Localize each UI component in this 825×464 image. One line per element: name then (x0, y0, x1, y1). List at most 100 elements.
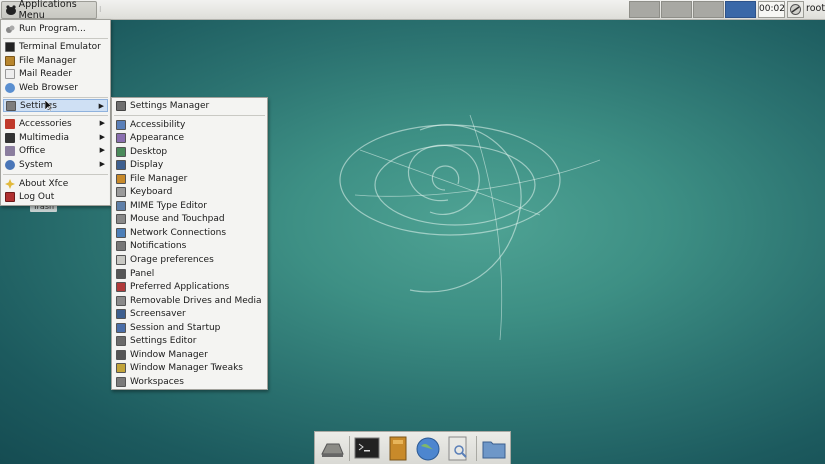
menu-item-settings-editor[interactable]: Settings Editor (114, 335, 265, 348)
menu-item-label: Multimedia (19, 132, 70, 143)
terminal-launcher-icon[interactable] (354, 436, 380, 462)
logout-icon (5, 191, 15, 202)
menu-item-label: Preferred Applications (130, 282, 230, 293)
menu-item-mime-type-editor[interactable]: MIME Type Editor (114, 199, 265, 212)
action-buttons-icon (790, 4, 801, 15)
menu-item-label: File Manager (19, 55, 77, 66)
applications-menu-button[interactable]: Applications Menu (1, 0, 97, 21)
bottom-dock (314, 431, 511, 464)
menu-item-settings-manager[interactable]: Settings Manager (114, 99, 265, 112)
menu-item-multimedia[interactable]: Multimedia ▶ (3, 131, 108, 144)
menu-item-label: About Xfce (19, 178, 69, 189)
menu-separator (3, 174, 108, 175)
menu-item-label: Mail Reader (19, 68, 72, 79)
folder-launcher-icon[interactable] (481, 436, 507, 462)
accessibility-icon (116, 119, 126, 130)
settings-editor-icon (116, 336, 126, 347)
keyboard-icon (116, 187, 126, 198)
menu-item-label: Office (19, 145, 46, 156)
dock-separator (476, 436, 477, 461)
appearance-icon (116, 133, 126, 144)
show-desktop-icon[interactable] (319, 436, 345, 462)
workspace-4[interactable] (725, 1, 756, 18)
menu-item-log-out[interactable]: Log Out (3, 190, 108, 203)
menu-item-web-browser[interactable]: Web Browser (3, 81, 108, 94)
workspace-1[interactable] (629, 1, 660, 18)
applications-menu-label: Applications Menu (18, 0, 77, 21)
mouse-and-touchpad-icon (116, 214, 126, 225)
menu-item-accessories[interactable]: Accessories ▶ (3, 117, 108, 130)
menu-item-label: Orage preferences (130, 255, 214, 265)
menu-item-label: System (19, 159, 53, 170)
user-icon[interactable] (787, 1, 804, 18)
file-manager-icon (116, 173, 126, 184)
app-finder-icon[interactable] (446, 436, 472, 462)
menu-separator (3, 38, 108, 39)
xfce-mouse-icon (6, 5, 16, 15)
user-name: root (806, 3, 825, 14)
menu-item-preferred-applications[interactable]: Preferred Applications (114, 281, 265, 294)
preferred-applications-icon (116, 282, 126, 293)
menu-item-about-xfce[interactable]: About Xfce (3, 177, 108, 190)
menu-separator (114, 115, 265, 116)
mime-type-editor-icon (116, 200, 126, 211)
menu-item-removable-drives-and-media[interactable]: Removable Drives and Media (114, 294, 265, 307)
submenu-arrow-icon: ▶ (98, 102, 104, 110)
menu-item-session-and-startup[interactable]: Session and Startup (114, 321, 265, 334)
menu-item-terminal[interactable]: Terminal Emulator (3, 40, 108, 53)
menu-item-window-manager[interactable]: Window Manager (114, 348, 265, 361)
menu-item-file-manager[interactable]: File Manager (114, 172, 265, 185)
globe-icon (5, 82, 15, 93)
menu-item-orage-preferences[interactable]: Orage preferences (114, 254, 265, 267)
menu-item-file-manager[interactable]: File Manager (3, 54, 108, 67)
menu-item-label: Appearance (130, 133, 185, 144)
submenu-arrow-icon: ▶ (99, 119, 105, 127)
menu-item-run-program[interactable]: Run Program... (3, 22, 108, 35)
menu-item-label: File Manager (130, 173, 188, 184)
menu-item-label: Screensaver (130, 309, 186, 320)
menu-item-desktop[interactable]: Desktop (114, 145, 265, 158)
menu-separator (3, 115, 108, 116)
file-manager-launcher-icon[interactable] (385, 436, 411, 462)
menu-item-accessibility[interactable]: Accessibility (114, 118, 265, 131)
run-icon (6, 25, 15, 33)
clock[interactable]: 00:02 (758, 1, 785, 18)
menu-item-settings[interactable]: Settings ▶ (3, 99, 108, 112)
web-browser-launcher-icon[interactable] (415, 436, 441, 462)
menu-item-label: Removable Drives and Media (130, 295, 262, 306)
menu-item-panel[interactable]: Panel (114, 267, 265, 280)
menu-item-screensaver[interactable]: Screensaver (114, 308, 265, 321)
menu-item-label: Mouse and Touchpad (130, 214, 225, 225)
system-icon (5, 159, 15, 170)
menu-item-workspaces[interactable]: Workspaces (114, 375, 265, 388)
menu-item-label: MIME Type Editor (130, 200, 207, 211)
menu-item-network-connections[interactable]: Network Connections (114, 226, 265, 239)
menu-item-label: Network Connections (130, 227, 227, 238)
menu-item-mail-reader[interactable]: Mail Reader (3, 67, 108, 80)
menu-item-office[interactable]: Office ▶ (3, 144, 108, 157)
dock-separator (349, 436, 350, 461)
desktop-icon (116, 146, 126, 157)
menu-item-system[interactable]: System ▶ (3, 158, 108, 171)
menu-item-display[interactable]: Display (114, 159, 265, 172)
menu-item-label: Window Manager Tweaks (130, 363, 243, 374)
menu-item-label: Desktop (130, 146, 168, 157)
menu-item-label: Window Manager (130, 349, 208, 360)
menu-item-label: Accessories (19, 118, 72, 129)
applications-menu: Run Program... Terminal Emulator File Ma… (0, 19, 111, 206)
panel-handle-icon[interactable]: ⁝ (99, 5, 102, 14)
menu-item-mouse-and-touchpad[interactable]: Mouse and Touchpad (114, 213, 265, 226)
workspace-2[interactable] (661, 1, 692, 18)
menu-item-window-manager-tweaks[interactable]: Window Manager Tweaks (114, 362, 265, 375)
menu-item-keyboard[interactable]: Keyboard (114, 186, 265, 199)
workspace-3[interactable] (693, 1, 724, 18)
menu-item-label: Run Program... (19, 23, 86, 34)
orage-preferences-icon (116, 255, 126, 265)
top-panel: Applications Menu ⁝ 00:02 root (0, 0, 825, 21)
submenu-arrow-icon: ▶ (99, 146, 105, 154)
menu-item-label: Panel (130, 268, 155, 279)
menu-item-notifications[interactable]: Notifications (114, 240, 265, 253)
window-manager-tweaks-icon (116, 363, 126, 374)
menu-item-appearance[interactable]: Appearance (114, 132, 265, 145)
removable-drives-and-media-icon (116, 295, 126, 306)
